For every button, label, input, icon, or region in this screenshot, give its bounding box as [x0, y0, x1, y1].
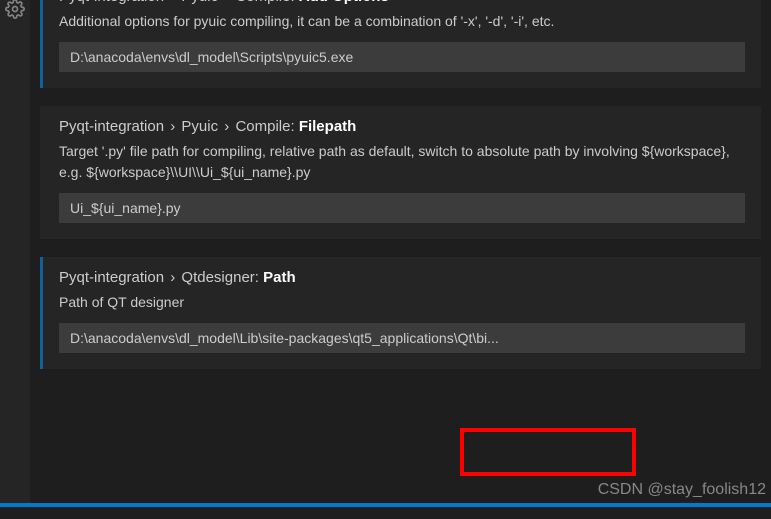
breadcrumb-segment: Compile: [235, 118, 290, 135]
chevron-icon: ›: [224, 118, 229, 135]
setting-item-filepath: Pyqt-integration › Pyuic › Compile: File…: [40, 106, 761, 239]
chevron-icon: ›: [170, 0, 175, 5]
breadcrumb-segment: Pyuic: [181, 0, 218, 5]
setting-item-qtdesigner-path: Pyqt-integration › Qtdesigner: Path Path…: [40, 257, 761, 369]
setting-description: Additional options for pyuic compiling, …: [59, 11, 745, 32]
breadcrumb-segment: Qtdesigner: [181, 269, 254, 286]
chevron-icon: ›: [170, 269, 175, 286]
breadcrumb-segment: Pyqt-integration: [59, 269, 164, 286]
setting-name: Add Options: [299, 0, 389, 5]
breadcrumb-segment: Pyuic: [181, 118, 218, 135]
breadcrumb-segment: Compile: [235, 0, 290, 5]
settings-panel: Pyqt-integration › Pyuic › Compile: Add …: [30, 0, 771, 369]
setting-name: Filepath: [299, 118, 357, 135]
status-bar: [0, 503, 771, 507]
setting-title: Pyqt-integration › Pyuic › Compile: File…: [59, 118, 745, 135]
breadcrumb-segment: Pyqt-integration: [59, 0, 164, 5]
activity-bar: [0, 0, 30, 507]
setting-description: Path of QT designer: [59, 292, 745, 313]
annotation-highlight: [460, 428, 636, 476]
setting-name: Path: [263, 269, 296, 286]
breadcrumb-segment: Pyqt-integration: [59, 118, 164, 135]
watermark-text: CSDN @stay_foolish12: [598, 481, 766, 499]
setting-title: Pyqt-integration › Pyuic › Compile: Add …: [59, 0, 745, 5]
setting-description: Target '.py' file path for compiling, re…: [59, 141, 745, 183]
setting-input-filepath[interactable]: [59, 193, 745, 223]
chevron-icon: ›: [224, 0, 229, 5]
chevron-icon: ›: [170, 118, 175, 135]
setting-item-add-options: Pyqt-integration › Pyuic › Compile: Add …: [40, 0, 761, 88]
setting-input-qtdesigner-path[interactable]: [59, 323, 745, 353]
setting-input-add-options[interactable]: [59, 42, 745, 72]
settings-icon[interactable]: [3, 0, 27, 21]
setting-title: Pyqt-integration › Qtdesigner: Path: [59, 269, 745, 286]
